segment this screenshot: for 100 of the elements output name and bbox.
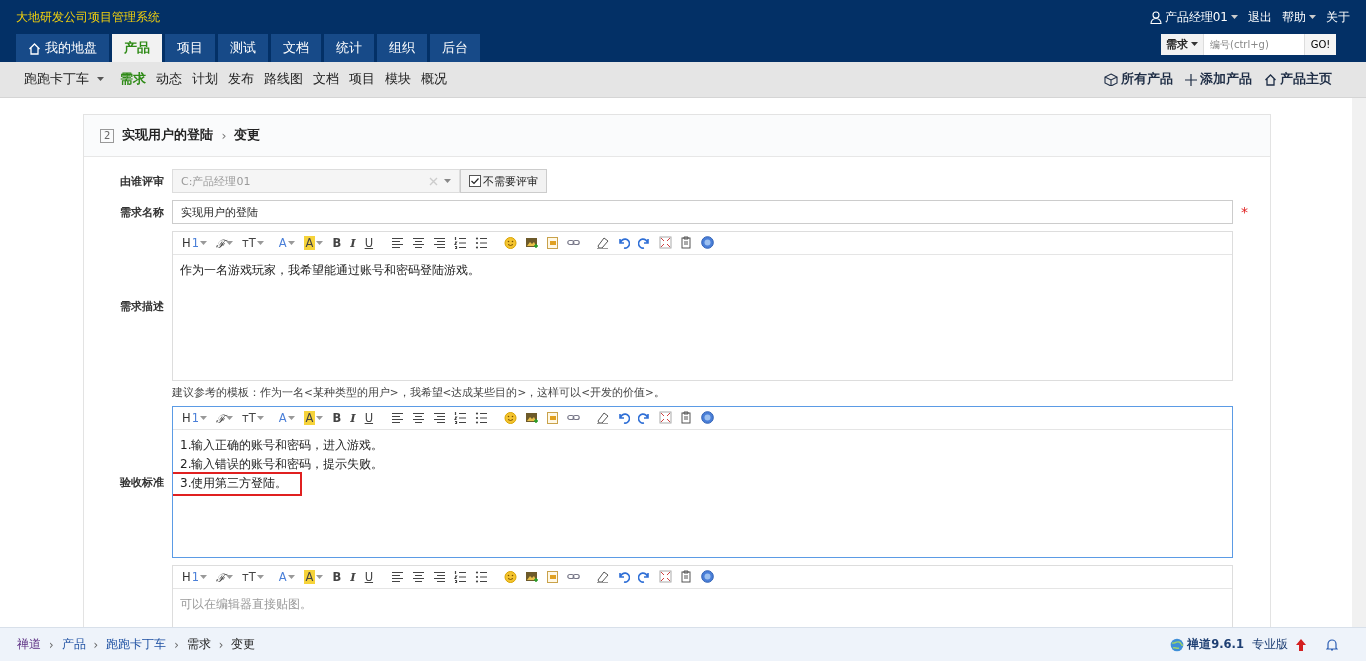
- align-left-icon[interactable]: [391, 411, 405, 425]
- header-link[interactable]: 关于: [1326, 8, 1350, 26]
- nav-tab[interactable]: 后台: [430, 34, 480, 62]
- fullscreen-icon[interactable]: [659, 570, 673, 584]
- breadcrumb-link[interactable]: 产品: [61, 637, 86, 652]
- text-color-button[interactable]: A: [275, 409, 298, 427]
- user-menu[interactable]: 产品经理01: [1149, 8, 1238, 26]
- nav-tab[interactable]: 文档: [271, 34, 321, 62]
- breadcrumb-link[interactable]: 跑跑卡丁车: [106, 637, 167, 652]
- help-icon[interactable]: [701, 411, 715, 425]
- font-size-button[interactable]: тT: [239, 234, 267, 252]
- subnav-link[interactable]: 发布: [228, 71, 254, 88]
- rich-text-editor[interactable]: H1 ℱ тT A A B I U 作为一名游戏玩家，我希望能通过账号和密码登陆游戏。: [172, 231, 1233, 381]
- bold-button[interactable]: B: [329, 409, 345, 427]
- eraser-icon[interactable]: [596, 411, 610, 425]
- product-action-link[interactable]: 所有产品: [1104, 71, 1173, 88]
- ordered-list-icon[interactable]: [454, 570, 468, 584]
- nav-tab[interactable]: 测试: [218, 34, 268, 62]
- subnav-link[interactable]: 概况: [421, 71, 447, 88]
- search-field[interactable]: 编号(ctrl+g): [1203, 34, 1304, 55]
- rich-text-editor[interactable]: H1 ℱ тT A A B I U 可以在编辑器直接贴图。: [172, 565, 1233, 627]
- italic-button[interactable]: I: [347, 409, 359, 427]
- fullscreen-icon[interactable]: [659, 236, 673, 250]
- text-color-button[interactable]: A: [275, 234, 298, 252]
- nav-tab[interactable]: 统计: [324, 34, 374, 62]
- breadcrumb-link[interactable]: 禅道: [17, 637, 41, 652]
- heading-button[interactable]: H1: [179, 234, 210, 252]
- redo-icon[interactable]: [638, 411, 652, 425]
- nav-tab[interactable]: 项目: [165, 34, 215, 62]
- help-icon[interactable]: [701, 570, 715, 584]
- eraser-icon[interactable]: [596, 236, 610, 250]
- header-link[interactable]: 帮助: [1282, 8, 1316, 26]
- eraser-icon[interactable]: [596, 570, 610, 584]
- undo-icon[interactable]: [617, 236, 631, 250]
- paste-icon[interactable]: [680, 411, 694, 425]
- story-name-field[interactable]: 实现用户的登陆: [172, 200, 1233, 224]
- product-switcher[interactable]: 跑跑卡丁车: [24, 71, 104, 88]
- subnav-link[interactable]: 模块: [385, 71, 411, 88]
- align-right-icon[interactable]: [433, 570, 447, 584]
- subnav-link[interactable]: 文档: [313, 71, 339, 88]
- font-size-button[interactable]: тT: [239, 409, 267, 427]
- bold-button[interactable]: B: [329, 234, 345, 252]
- help-icon[interactable]: [701, 236, 715, 250]
- header-link[interactable]: 退出: [1248, 8, 1272, 26]
- heading-button[interactable]: H1: [179, 409, 210, 427]
- ordered-list-icon[interactable]: [454, 411, 468, 425]
- align-left-icon[interactable]: [391, 570, 405, 584]
- smiley-icon[interactable]: [504, 411, 518, 425]
- bold-button[interactable]: B: [329, 568, 345, 586]
- undo-icon[interactable]: [617, 411, 631, 425]
- nav-tab[interactable]: 我的地盘: [16, 34, 109, 62]
- image-icon[interactable]: [525, 570, 539, 584]
- highlight-button[interactable]: A: [300, 409, 327, 427]
- paste-icon[interactable]: [680, 570, 694, 584]
- bullet-list-icon[interactable]: [475, 570, 489, 584]
- highlight-button[interactable]: A: [300, 234, 327, 252]
- image-icon[interactable]: [525, 411, 539, 425]
- smiley-icon[interactable]: [504, 570, 518, 584]
- undo-icon[interactable]: [617, 570, 631, 584]
- smiley-icon[interactable]: [504, 236, 518, 250]
- nav-tab[interactable]: 组织: [377, 34, 427, 62]
- bullet-list-icon[interactable]: [475, 411, 489, 425]
- product-action-link[interactable]: 产品主页: [1264, 71, 1332, 88]
- redo-icon[interactable]: [638, 236, 652, 250]
- subnav-link[interactable]: 计划: [192, 71, 218, 88]
- align-right-icon[interactable]: [433, 236, 447, 250]
- nav-tab[interactable]: 产品: [112, 34, 162, 62]
- align-center-icon[interactable]: [412, 236, 426, 250]
- rich-text-editor[interactable]: H1 ℱ тT A A B I U 1.输入正确的账号和密码，进入游戏。 2.输入错误的账号和密码，提示失败。 3.使用第三方登陆。: [172, 406, 1233, 558]
- align-center-icon[interactable]: [412, 411, 426, 425]
- underline-button[interactable]: U: [361, 234, 377, 252]
- align-right-icon[interactable]: [433, 411, 447, 425]
- bullet-list-icon[interactable]: [475, 236, 489, 250]
- font-family-button[interactable]: ℱ: [213, 409, 236, 427]
- edition-link[interactable]: 专业版: [1252, 637, 1288, 652]
- font-family-button[interactable]: ℱ: [213, 234, 236, 252]
- text-color-button[interactable]: A: [275, 568, 298, 586]
- underline-button[interactable]: U: [361, 409, 377, 427]
- highlight-button[interactable]: A: [300, 568, 327, 586]
- subnav-link[interactable]: 需求: [120, 71, 146, 88]
- font-size-button[interactable]: тT: [239, 568, 267, 586]
- image-icon[interactable]: [525, 236, 539, 250]
- font-family-button[interactable]: ℱ: [213, 568, 236, 586]
- redo-icon[interactable]: [638, 570, 652, 584]
- version-link[interactable]: 禅道9.6.1: [1170, 637, 1244, 652]
- product-action-link[interactable]: 添加产品: [1185, 71, 1252, 88]
- align-center-icon[interactable]: [412, 570, 426, 584]
- ordered-list-icon[interactable]: [454, 236, 468, 250]
- search-type-dropdown[interactable]: 需求: [1161, 34, 1203, 55]
- go-button[interactable]: GO!: [1304, 34, 1336, 55]
- align-left-icon[interactable]: [391, 236, 405, 250]
- fullscreen-icon[interactable]: [659, 411, 673, 425]
- subnav-link[interactable]: 动态: [156, 71, 182, 88]
- paste-icon[interactable]: [680, 236, 694, 250]
- subnav-link[interactable]: 路线图: [264, 71, 303, 88]
- underline-button[interactable]: U: [361, 568, 377, 586]
- heading-button[interactable]: H1: [179, 568, 210, 586]
- italic-button[interactable]: I: [347, 568, 359, 586]
- italic-button[interactable]: I: [347, 234, 359, 252]
- subnav-link[interactable]: 项目: [349, 71, 375, 88]
